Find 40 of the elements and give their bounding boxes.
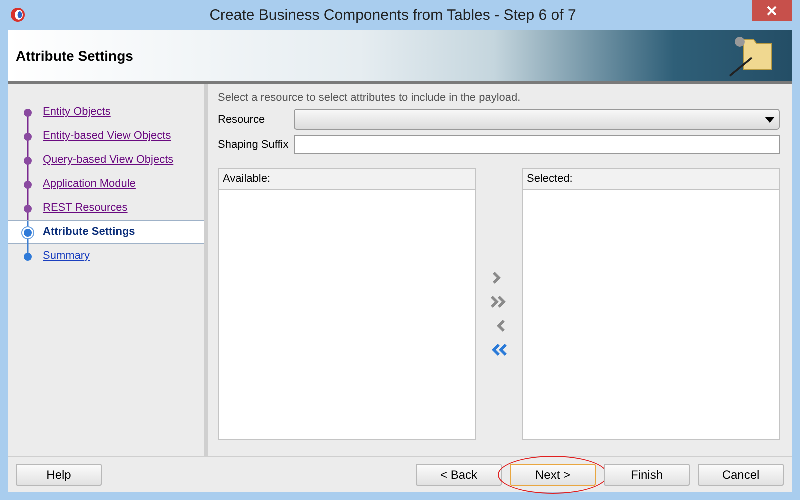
wizard-button[interactable]: < Back: [416, 464, 502, 486]
dropdown-arrow-icon: [765, 116, 775, 122]
shaping-suffix-field[interactable]: [294, 135, 780, 154]
field-label: Resource: [218, 114, 266, 126]
wizard-button[interactable]: Next >: [510, 464, 596, 486]
available-list[interactable]: Available:: [218, 168, 476, 440]
wizard-step[interactable]: Application Module: [8, 172, 204, 196]
step-link[interactable]: Entity Objects: [43, 106, 111, 118]
wizard-step[interactable]: Summary: [8, 244, 204, 268]
selected-list[interactable]: Selected:: [522, 168, 780, 440]
step-link[interactable]: Query-based View Objects: [43, 154, 174, 166]
field-label: Shaping Suffix: [218, 138, 290, 150]
wizard-button[interactable]: Cancel: [698, 464, 784, 486]
app-logo-icon: [10, 7, 26, 23]
step-link[interactable]: Attribute Settings: [43, 226, 136, 238]
wizard-step[interactable]: Attribute Settings: [8, 220, 204, 244]
step-link[interactable]: Entity-based View Objects: [43, 130, 172, 142]
page-title: Attribute Settings: [16, 48, 134, 64]
move-all-left-icon[interactable]: [490, 341, 508, 359]
step-dot-icon: [21, 197, 35, 221]
step-dot-icon: [21, 173, 35, 197]
wizard-button[interactable]: Finish: [604, 464, 690, 486]
close-button[interactable]: [752, 0, 792, 21]
wizard-step[interactable]: Query-based View Objects: [8, 148, 204, 172]
step-link[interactable]: Summary: [43, 250, 90, 262]
wizard-step[interactable]: REST Resources: [8, 196, 204, 220]
step-link[interactable]: Application Module: [43, 178, 136, 190]
wizard-step[interactable]: Entity-based View Objects: [8, 124, 204, 148]
step-dot-icon: [21, 221, 35, 245]
step-dot-icon: [21, 125, 35, 149]
list-heading: Selected:: [523, 169, 779, 190]
list-heading: Available:: [219, 169, 475, 190]
window-title: Create Business Components from Tables - Step 6 of 7: [208, 6, 578, 24]
wizard-button[interactable]: Help: [16, 464, 102, 486]
resource-dropdown[interactable]: [294, 109, 780, 130]
instructions-text: Select a resource to select attributes to include in the payload.: [218, 92, 522, 104]
wizard-step[interactable]: Entity Objects: [8, 100, 204, 124]
close-icon: [767, 6, 777, 16]
step-link[interactable]: REST Resources: [43, 202, 128, 214]
step-dot-icon: [21, 149, 35, 173]
